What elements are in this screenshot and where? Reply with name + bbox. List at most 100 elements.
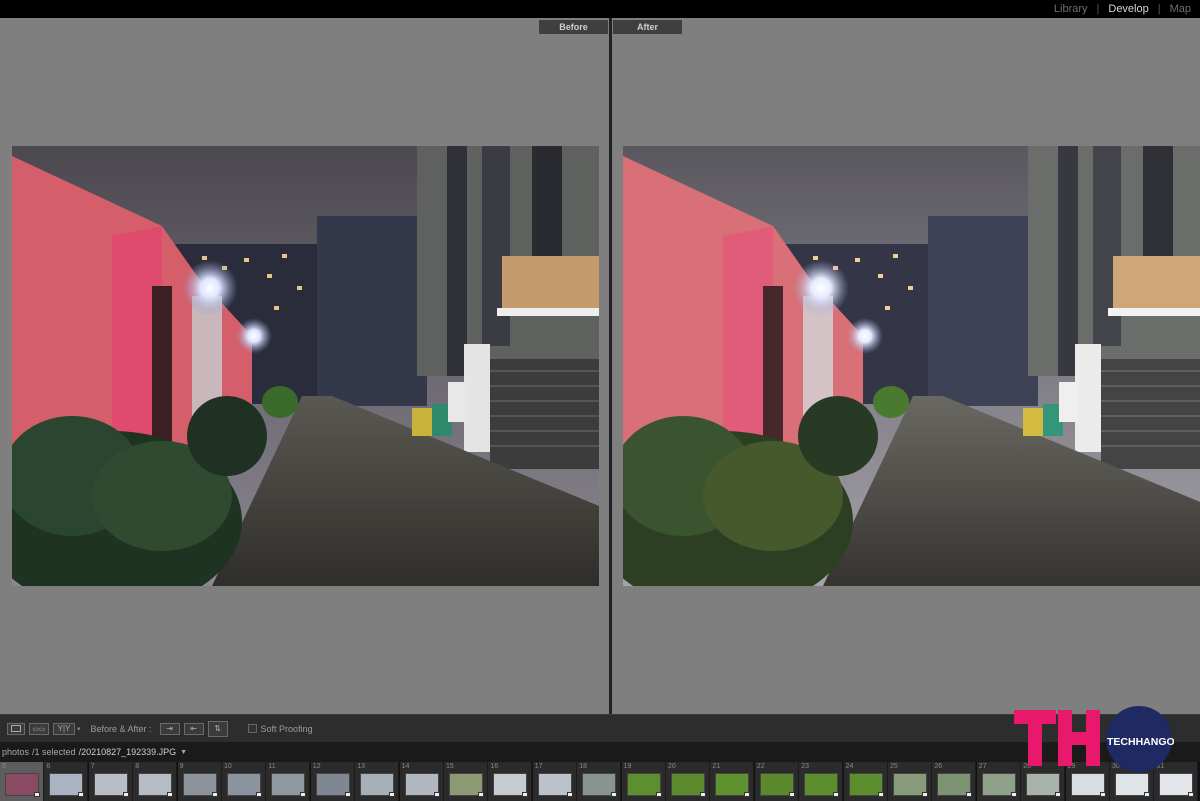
filmstrip-cell[interactable]: 6 (44, 762, 89, 801)
split-icon: ▭▭ (32, 725, 46, 733)
soft-proofing-label: Soft Proofing (260, 723, 313, 734)
edited-badge-icon (833, 792, 840, 797)
filmstrip-cell[interactable]: 15 (444, 762, 488, 801)
edited-badge-icon (922, 792, 928, 797)
cell-number: 22 (756, 763, 765, 770)
filmstrip-cell[interactable]: 24 (843, 762, 888, 801)
filmstrip-cell[interactable]: 11 (266, 762, 311, 801)
edited-badge-icon (34, 792, 40, 797)
cell-number: 26 (934, 763, 943, 770)
filename-label[interactable]: /20210827_192339.JPG (79, 747, 177, 757)
filmstrip-cell[interactable]: 5 (0, 762, 44, 801)
filmstrip-cell[interactable]: 14 (399, 762, 444, 801)
after-pane[interactable]: After (612, 18, 1200, 714)
edited-badge-icon (256, 792, 262, 797)
before-after-yy-button[interactable]: Y|Y (53, 722, 75, 735)
cell-number: 8 (135, 763, 140, 770)
edited-badge-icon (700, 792, 706, 797)
photo-image (623, 146, 1200, 586)
cell-number: 15 (446, 763, 454, 770)
cell-number: 20 (668, 763, 676, 770)
module-bar: Library | Develop | Map (0, 0, 1200, 18)
edited-badge-icon (433, 792, 440, 797)
module-picker: Library | Develop | Map (1045, 0, 1200, 18)
cell-number: 11 (268, 763, 276, 770)
before-photo[interactable] (12, 146, 599, 586)
edited-badge-icon (1010, 792, 1017, 797)
cell-number: 19 (623, 763, 632, 770)
soft-proofing-checkbox[interactable] (247, 724, 257, 733)
filmstrip-cell[interactable]: 19 (621, 762, 666, 801)
edited-badge-icon (78, 792, 85, 797)
cell-number: 14 (401, 763, 410, 770)
cell-number: 9 (179, 763, 184, 770)
cell-number: 10 (224, 763, 232, 770)
filmstrip-cell[interactable]: 9 (177, 762, 222, 801)
edited-badge-icon (1055, 792, 1062, 797)
edited-badge-icon (655, 792, 662, 797)
edited-badge-icon (211, 792, 218, 797)
brand-text: TECHHANGOUT (1107, 736, 1174, 748)
copy-before-to-after-button[interactable]: ⇥ (159, 722, 180, 735)
module-map[interactable]: Map (1161, 3, 1200, 15)
cell-number: 6 (46, 763, 51, 770)
edited-badge-icon (1099, 792, 1106, 797)
cell-number: 18 (579, 763, 587, 770)
copy-back-arrow-icon: ⇤ (190, 724, 197, 733)
edited-badge-icon (611, 792, 618, 797)
selected-count-label: /1 selected (32, 747, 76, 757)
filmstrip-cell[interactable]: 18 (577, 762, 622, 801)
filmstrip-cell[interactable]: 10 (222, 762, 266, 801)
filmstrip-cell[interactable]: 21 (710, 762, 755, 801)
cell-number: 21 (712, 763, 721, 770)
edited-badge-icon (1144, 792, 1150, 797)
loupe-view-button[interactable] (7, 722, 25, 735)
edited-badge-icon (877, 792, 884, 797)
techhangout-logo: TECHHANGOUT (1014, 706, 1189, 772)
after-label: After (613, 20, 682, 34)
swap-icon: ⇅ (214, 724, 221, 733)
filmstrip-cell[interactable]: 26 (932, 762, 977, 801)
edited-badge-icon (1188, 792, 1195, 797)
yy-label: Y|Y (57, 724, 71, 733)
module-develop[interactable]: Develop (1099, 3, 1157, 15)
edited-badge-icon (122, 792, 129, 797)
edited-badge-icon (300, 792, 307, 797)
cell-number: 17 (534, 763, 543, 770)
edited-badge-icon (966, 792, 973, 797)
before-after-label: Before & After : (90, 723, 152, 734)
filmstrip-cell[interactable]: 8 (133, 762, 178, 801)
edited-badge-icon (566, 792, 573, 797)
filename-dropdown-icon[interactable]: ▼ (180, 749, 187, 756)
filmstrip-cell[interactable]: 22 (754, 762, 799, 801)
before-after-left-right-button[interactable]: ▭▭ (29, 722, 49, 735)
filmstrip-cell[interactable]: 20 (666, 762, 710, 801)
module-library[interactable]: Library (1045, 3, 1097, 15)
filmstrip-cell[interactable]: 12 (310, 762, 355, 801)
cell-number: 27 (978, 763, 987, 770)
cell-number: 13 (357, 763, 365, 770)
filmstrip-cell[interactable]: 17 (532, 762, 577, 801)
filmstrip-cell[interactable]: 7 (88, 762, 133, 801)
cell-number: 25 (890, 763, 898, 770)
after-photo[interactable] (623, 146, 1200, 586)
edited-badge-icon (389, 792, 396, 797)
cell-number: 12 (312, 763, 321, 770)
edited-badge-icon (788, 792, 795, 797)
filmstrip-cell[interactable]: 25 (888, 762, 932, 801)
swap-before-after-button[interactable]: ⇅ (207, 720, 228, 737)
copy-arrow-icon: ⇥ (166, 724, 173, 733)
cell-number: 16 (490, 763, 499, 770)
filmstrip-cell[interactable]: 23 (799, 762, 844, 801)
copy-after-to-before-button[interactable]: ⇤ (183, 722, 204, 735)
cell-number: 7 (90, 763, 95, 770)
cell-number: 23 (801, 763, 809, 770)
before-pane[interactable]: Before (0, 18, 609, 714)
loupe-icon (11, 725, 21, 732)
edited-badge-icon (522, 792, 529, 797)
photo-image (12, 146, 599, 586)
edited-badge-icon (344, 792, 351, 797)
filmstrip-cell[interactable]: 13 (355, 762, 400, 801)
view-dropdown-arrow-icon[interactable]: ▾ (77, 725, 81, 733)
filmstrip-cell[interactable]: 16 (488, 762, 533, 801)
